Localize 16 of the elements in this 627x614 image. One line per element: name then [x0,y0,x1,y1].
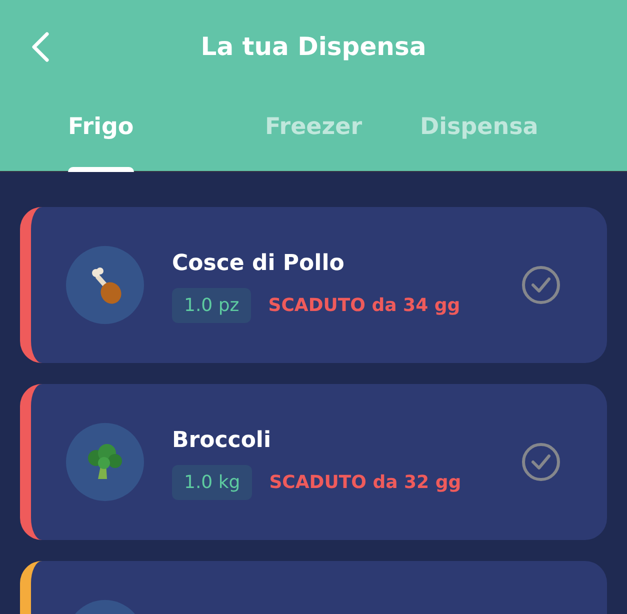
quantity-badge: 1.0 pz [172,288,252,323]
back-icon[interactable] [29,31,51,63]
food-card[interactable]: Broccoli 1.0 kg SCADUTO da 32 gg [20,384,607,540]
tab[interactable]: Freezer [265,94,362,172]
expiry-status: SCADUTO da 34 gg [268,294,460,318]
quantity-badge: 1.0 kg [172,465,252,500]
food-name: Cosce di Pollo [172,250,346,278]
tab[interactable]: Dispensa [420,94,538,172]
page-title: La tua Dispensa [200,31,426,64]
tab[interactable]: Frigo [68,94,134,172]
expiry-status: SCADUTO da 32 gg [269,471,462,495]
food-card[interactable]: Cosce di Pollo 1.0 pz SCADUTO da 34 gg [20,207,607,363]
food-name: Broccoli [172,427,272,455]
broccoli-icon [85,442,125,482]
check-icon[interactable] [521,265,561,305]
check-icon[interactable] [521,442,561,482]
